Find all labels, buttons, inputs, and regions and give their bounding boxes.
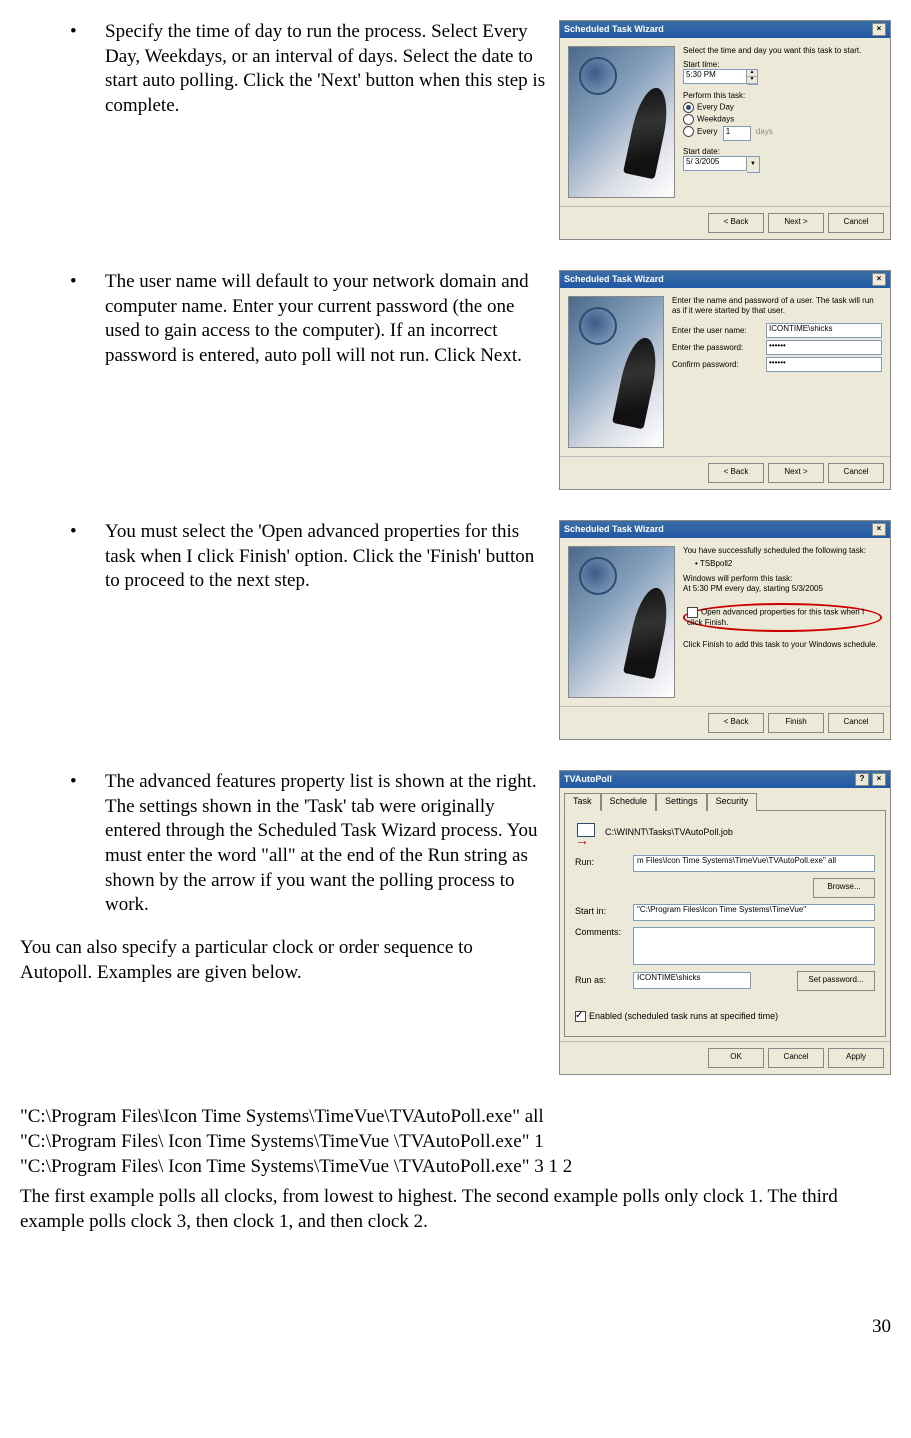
wizard-side-image (568, 296, 664, 448)
wizard3-line1: You have successfully scheduled the foll… (683, 546, 882, 556)
tab-task[interactable]: Task (564, 793, 601, 811)
wizard3-line4: Click Finish to add this task to your Wi… (683, 640, 882, 650)
wizard-credentials: Scheduled Task Wizard × Enter the name a… (559, 270, 891, 490)
tab-security[interactable]: Security (707, 793, 758, 811)
job-path: C:\WINNT\Tasks\TVAutoPoll.job (605, 827, 733, 839)
final-paragraph: The first example polls all clocks, from… (20, 1185, 891, 1234)
example-1: "C:\Program Files\Icon Time Systems\Time… (20, 1105, 891, 1130)
perform-task-label: Perform this task: (683, 91, 882, 101)
startin-label: Start in: (575, 906, 627, 918)
ok-button[interactable]: OK (708, 1048, 764, 1068)
every-n-input[interactable]: 1 (723, 126, 751, 141)
run-input[interactable]: m Files\Icon Time Systems\TimeVue\TVAuto… (633, 855, 875, 872)
bullet-text-2: The user name will default to your netwo… (105, 270, 547, 369)
next-button[interactable]: Next > (768, 463, 824, 483)
finish-button[interactable]: Finish (768, 713, 824, 733)
cancel-button[interactable]: Cancel (828, 713, 884, 733)
job-icon (575, 821, 599, 845)
radio-every-day[interactable]: Every Day (683, 102, 882, 113)
scheduled-task-name: TSBpoll2 (700, 559, 732, 568)
confirm-password-label: Confirm password: (672, 360, 762, 370)
comments-label: Comments: (575, 927, 627, 939)
help-icon[interactable]: ? (855, 773, 869, 786)
wizard-side-image (568, 546, 675, 698)
dropdown-arrow-icon[interactable]: ▼ (747, 156, 760, 173)
back-button[interactable]: < Back (708, 463, 764, 483)
close-icon[interactable]: × (872, 523, 886, 536)
properties-dialog: TVAutoPoll ? × Task Schedule Settings Se… (559, 770, 891, 1075)
close-icon[interactable]: × (872, 23, 886, 36)
bullet-icon: • (70, 20, 105, 119)
bullet-icon: • (70, 520, 105, 594)
properties-title: TVAutoPoll (564, 774, 612, 786)
start-date-label: Start date: (683, 147, 882, 157)
cancel-button[interactable]: Cancel (828, 213, 884, 233)
close-icon[interactable]: × (872, 773, 886, 786)
start-time-label: Start time: (683, 60, 882, 70)
enabled-checkbox[interactable]: Enabled (scheduled task runs at specifie… (575, 1011, 778, 1021)
username-input[interactable]: ICONTIME\shicks (766, 323, 882, 338)
radio-every-n[interactable]: Every 1 days (683, 126, 882, 141)
set-password-button[interactable]: Set password... (797, 971, 875, 991)
bullet-icon: • (70, 770, 105, 918)
example-3: "C:\Program Files\ Icon Time Systems\Tim… (20, 1155, 891, 1180)
wizard-time: Scheduled Task Wizard × Select the time … (559, 20, 891, 240)
bullet-text-3: You must select the 'Open advanced prope… (105, 520, 547, 594)
wizard3-line3: At 5:30 PM every day, starting 5/3/2005 (683, 584, 882, 594)
wizard-title: Scheduled Task Wizard (564, 274, 664, 285)
password-input[interactable]: •••••• (766, 340, 882, 355)
runas-input[interactable]: ICONTIME\shicks (633, 972, 751, 989)
example-2: "C:\Program Files\ Icon Time Systems\Tim… (20, 1130, 891, 1155)
close-icon[interactable]: × (872, 273, 886, 286)
advanced-properties-checkbox[interactable]: Open advanced properties for this task w… (687, 607, 878, 628)
bullet-text-1: Specify the time of day to run the proce… (105, 20, 547, 119)
wizard-title: Scheduled Task Wizard (564, 24, 664, 35)
username-label: Enter the user name: (672, 326, 762, 336)
wizard-title: Scheduled Task Wizard (564, 524, 664, 535)
browse-button[interactable]: Browse... (813, 878, 875, 898)
spinner-buttons[interactable]: ▲▼ (747, 69, 758, 85)
tab-settings[interactable]: Settings (656, 793, 707, 811)
autopoll-paragraph: You can also specify a particular clock … (20, 936, 547, 985)
runas-label: Run as: (575, 975, 627, 987)
back-button[interactable]: < Back (708, 713, 764, 733)
comments-input[interactable] (633, 927, 875, 965)
start-date-input[interactable]: 5/ 3/2005 (683, 156, 747, 171)
startin-input[interactable]: "C:\Program Files\Icon Time Systems\Time… (633, 904, 875, 921)
cancel-button[interactable]: Cancel (768, 1048, 824, 1068)
apply-button[interactable]: Apply (828, 1048, 884, 1068)
wizard-finish: Scheduled Task Wizard × You have success… (559, 520, 891, 740)
start-time-input[interactable]: 5:30 PM (683, 69, 747, 84)
bullet-icon: • (70, 270, 105, 369)
next-button[interactable]: Next > (768, 213, 824, 233)
wizard3-line2: Windows will perform this task: (683, 574, 882, 584)
wizard2-instruction: Enter the name and password of a user. T… (672, 296, 882, 315)
cancel-button[interactable]: Cancel (828, 463, 884, 483)
page-number: 30 (20, 1315, 891, 1340)
run-label: Run: (575, 857, 627, 869)
confirm-password-input[interactable]: •••••• (766, 357, 882, 372)
bullet-text-4: The advanced features property list is s… (105, 770, 547, 918)
wizard1-instruction: Select the time and day you want this ta… (683, 46, 882, 56)
back-button[interactable]: < Back (708, 213, 764, 233)
tab-schedule[interactable]: Schedule (601, 793, 657, 811)
wizard-side-image (568, 46, 675, 198)
radio-weekdays[interactable]: Weekdays (683, 114, 882, 125)
password-label: Enter the password: (672, 343, 762, 353)
